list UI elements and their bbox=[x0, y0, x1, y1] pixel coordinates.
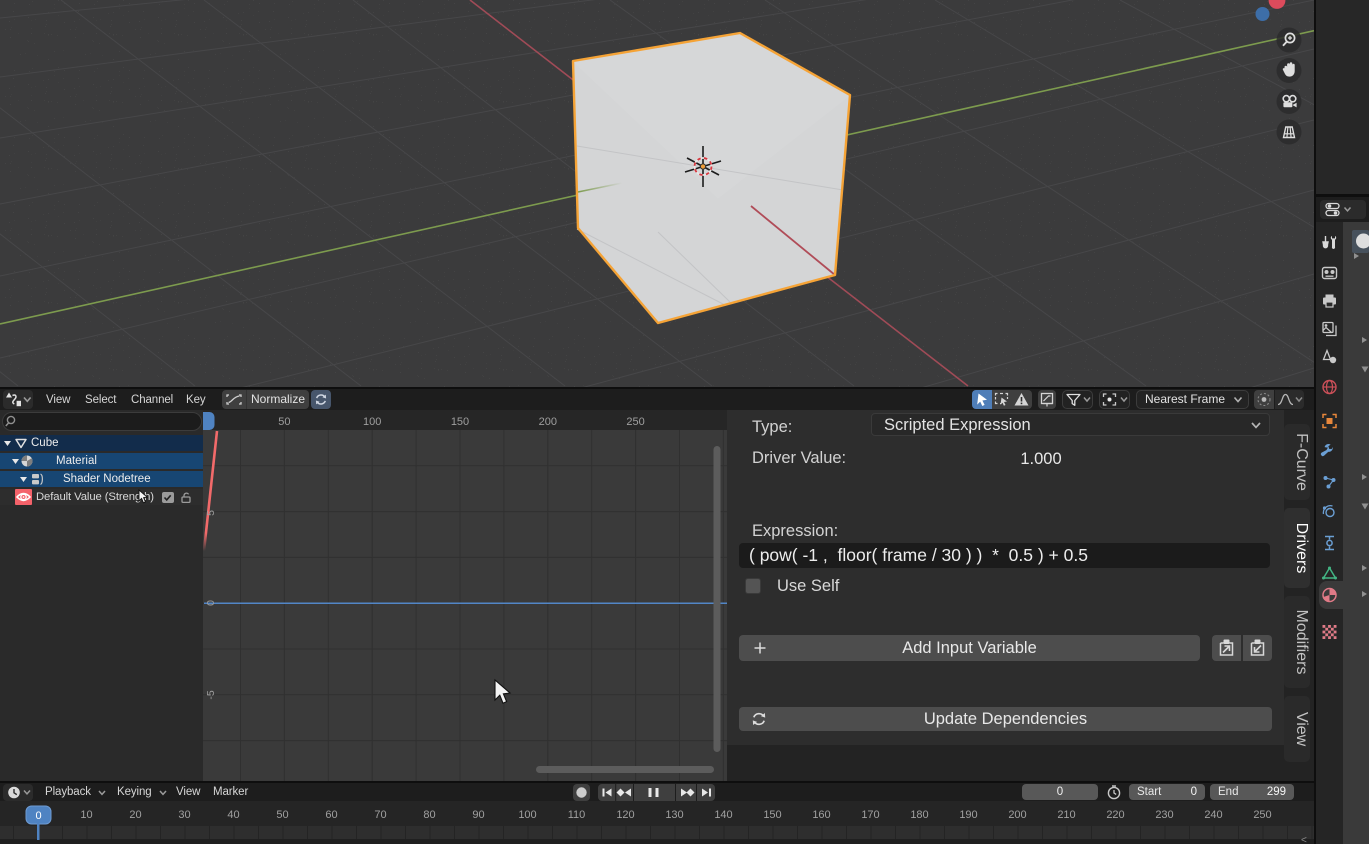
svg-text:0: 0 bbox=[35, 810, 41, 822]
svg-text:80: 80 bbox=[423, 809, 435, 821]
svg-text:250: 250 bbox=[626, 416, 644, 428]
svg-text:View: View bbox=[1293, 712, 1310, 747]
svg-text:5: 5 bbox=[205, 510, 217, 516]
svg-text:110: 110 bbox=[568, 809, 586, 821]
svg-text:100: 100 bbox=[518, 809, 536, 821]
svg-text:160: 160 bbox=[812, 809, 830, 821]
svg-text:20: 20 bbox=[129, 809, 141, 821]
svg-text:100: 100 bbox=[363, 416, 381, 428]
svg-text:90: 90 bbox=[472, 809, 484, 821]
svg-text:Modifiers: Modifiers bbox=[1293, 610, 1310, 675]
svg-text:150: 150 bbox=[763, 809, 781, 821]
svg-text:130: 130 bbox=[665, 809, 683, 821]
svg-text:190: 190 bbox=[959, 809, 977, 821]
svg-text:200: 200 bbox=[539, 416, 557, 428]
svg-text:<: < bbox=[1301, 835, 1307, 844]
svg-text:0: 0 bbox=[205, 600, 217, 606]
svg-text:60: 60 bbox=[325, 809, 337, 821]
svg-text:-5: -5 bbox=[205, 690, 217, 699]
svg-text:150: 150 bbox=[451, 416, 469, 428]
svg-text:40: 40 bbox=[227, 809, 239, 821]
svg-text:170: 170 bbox=[861, 809, 879, 821]
svg-text:120: 120 bbox=[616, 809, 634, 821]
svg-text:240: 240 bbox=[1204, 809, 1222, 821]
svg-text:50: 50 bbox=[278, 416, 290, 428]
svg-text:30: 30 bbox=[178, 809, 190, 821]
svg-text:Drivers: Drivers bbox=[1293, 523, 1310, 574]
svg-text:230: 230 bbox=[1155, 809, 1173, 821]
svg-text:210: 210 bbox=[1057, 809, 1075, 821]
svg-text:200: 200 bbox=[1008, 809, 1026, 821]
svg-text:70: 70 bbox=[374, 809, 386, 821]
svg-text:180: 180 bbox=[910, 809, 928, 821]
svg-text:140: 140 bbox=[714, 809, 732, 821]
svg-text:10: 10 bbox=[80, 809, 92, 821]
svg-text:F-Curve: F-Curve bbox=[1293, 433, 1310, 491]
svg-text:50: 50 bbox=[276, 809, 288, 821]
svg-text:220: 220 bbox=[1106, 809, 1124, 821]
svg-text:250: 250 bbox=[1253, 809, 1271, 821]
